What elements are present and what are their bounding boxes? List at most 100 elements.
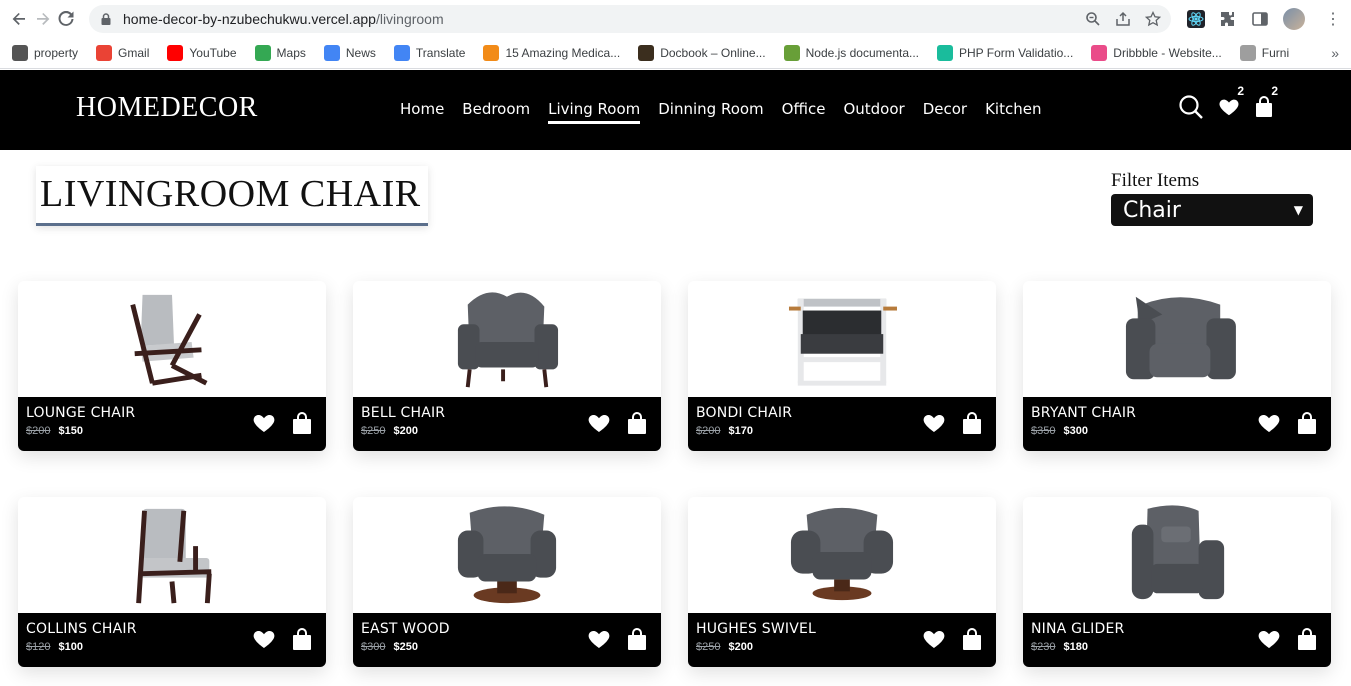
nav-link-kitchen[interactable]: Kitchen [985, 100, 1041, 124]
product-price: $180 [1063, 641, 1088, 653]
extensions-puzzle-icon[interactable] [1219, 10, 1237, 28]
product-grid: LOUNGE CHAIR $200 $150 BELL CHAIR $250 $… [18, 281, 1331, 667]
product-info: NINA GLIDER $230 $180 [1023, 613, 1331, 667]
product-card[interactable]: EAST WOOD $300 $250 [353, 497, 661, 667]
nav-link-decor[interactable]: Decor [923, 100, 967, 124]
add-to-cart-button[interactable] [290, 627, 314, 656]
add-to-cart-button[interactable] [960, 627, 984, 656]
chevron-down-icon: ▼ [1293, 203, 1303, 217]
add-to-cart-button[interactable] [625, 411, 649, 440]
add-to-wishlist-button[interactable] [587, 411, 611, 440]
bookmark-item[interactable]: News [323, 45, 376, 61]
browser-menu-icon[interactable]: ⋮ [1325, 9, 1341, 29]
bookmark-label: Translate [415, 46, 466, 60]
bookmark-item[interactable]: property [12, 45, 78, 61]
product-card[interactable]: BRYANT CHAIR $350 $300 [1023, 281, 1331, 451]
add-to-cart-button[interactable] [1295, 411, 1319, 440]
bookmark-item[interactable]: Translate [393, 45, 466, 61]
search-button[interactable] [1178, 94, 1204, 120]
share-icon[interactable] [1115, 11, 1131, 27]
product-image[interactable] [1023, 497, 1331, 613]
bookmarks-overflow-icon[interactable]: » [1331, 45, 1339, 61]
add-to-wishlist-button[interactable] [587, 627, 611, 656]
bookmark-star-icon[interactable] [1145, 11, 1162, 27]
site-logo[interactable]: HOMEDECOR [76, 92, 258, 124]
add-to-wishlist-button[interactable] [1257, 411, 1281, 440]
add-to-wishlist-button[interactable] [922, 627, 946, 656]
product-card[interactable]: COLLINS CHAIR $120 $100 [18, 497, 326, 667]
product-image[interactable] [688, 281, 996, 397]
product-info: BELL CHAIR $250 $200 [353, 397, 661, 451]
shopping-bag-icon [963, 628, 981, 650]
nav-link-dinning-room[interactable]: Dinning Room [658, 100, 763, 124]
nav-link-outdoor[interactable]: Outdoor [843, 100, 904, 124]
add-to-wishlist-button[interactable] [252, 411, 276, 440]
heart-icon [1219, 99, 1239, 116]
cart-button[interactable]: 2 [1254, 84, 1278, 118]
bookmark-label: property [34, 46, 79, 60]
product-price: $150 [58, 425, 83, 437]
product-card[interactable]: BELL CHAIR $250 $200 [353, 281, 661, 451]
browser-toolbar: home-decor-by-nzubechukwu.vercel.app/liv… [0, 0, 1351, 38]
heart-icon [923, 631, 945, 648]
product-image[interactable] [353, 281, 661, 397]
zoom-icon[interactable] [1085, 11, 1101, 27]
side-panel-icon[interactable] [1251, 10, 1269, 28]
product-info: COLLINS CHAIR $120 $100 [18, 613, 326, 667]
add-to-cart-button[interactable] [1295, 627, 1319, 656]
product-image[interactable] [18, 281, 326, 397]
product-card[interactable]: BONDI CHAIR $200 $170 [688, 281, 996, 451]
reload-button[interactable] [57, 5, 75, 33]
product-card[interactable]: NINA GLIDER $230 $180 [1023, 497, 1331, 667]
add-to-wishlist-button[interactable] [922, 411, 946, 440]
product-price: $200 [728, 641, 753, 653]
product-info: HUGHES SWIVEL $250 $200 [688, 613, 996, 667]
bookmark-label: Node.js documenta... [805, 46, 920, 60]
shopping-bag-icon [1298, 412, 1316, 434]
wishlist-button[interactable]: 2 [1218, 84, 1244, 118]
bookmark-item[interactable]: Furni [1239, 45, 1290, 61]
shopping-bag-icon [293, 628, 311, 650]
product-info: EAST WOOD $300 $250 [353, 613, 661, 667]
add-to-cart-button[interactable] [960, 411, 984, 440]
product-price: $170 [728, 425, 753, 437]
bookmark-label: Dribbble - Website... [1113, 46, 1222, 60]
nav-link-office[interactable]: Office [782, 100, 826, 124]
nav-link-living-room[interactable]: Living Room [548, 100, 641, 124]
add-to-cart-button[interactable] [290, 411, 314, 440]
nav-link-home[interactable]: Home [400, 100, 444, 124]
product-card[interactable]: LOUNGE CHAIR $200 $150 [18, 281, 326, 451]
nav-link-bedroom[interactable]: Bedroom [462, 100, 530, 124]
bookmark-label: YouTube [189, 46, 237, 60]
add-to-cart-button[interactable] [625, 627, 649, 656]
bookmark-item[interactable]: Dribbble - Website... [1091, 45, 1222, 61]
product-image[interactable] [688, 497, 996, 613]
bookmark-item[interactable]: YouTube [167, 45, 237, 61]
product-image[interactable] [353, 497, 661, 613]
address-bar[interactable]: home-decor-by-nzubechukwu.vercel.app/liv… [89, 5, 1172, 33]
product-old-price: $250 [361, 425, 386, 437]
add-to-wishlist-button[interactable] [252, 627, 276, 656]
react-devtools-icon[interactable] [1187, 10, 1206, 28]
bookmark-item[interactable]: Node.js documenta... [783, 45, 920, 61]
bookmark-item[interactable]: Maps [254, 45, 306, 61]
bookmark-item[interactable]: Gmail [96, 45, 149, 61]
product-old-price: $300 [361, 641, 386, 653]
bookmark-item[interactable]: 15 Amazing Medica... [483, 45, 620, 61]
bookmark-item[interactable]: PHP Form Validatio... [937, 45, 1073, 61]
add-to-wishlist-button[interactable] [1257, 627, 1281, 656]
back-button[interactable] [10, 5, 28, 33]
product-image[interactable] [1023, 281, 1331, 397]
profile-avatar[interactable] [1283, 8, 1306, 30]
product-card[interactable]: HUGHES SWIVEL $250 $200 [688, 497, 996, 667]
bookmark-label: News [345, 46, 376, 60]
news-icon [323, 45, 340, 61]
filter-label: Filter Items [1111, 170, 1200, 191]
bookmark-label: Furni [1261, 46, 1290, 60]
product-image[interactable] [18, 497, 326, 613]
filter-select[interactable]: Chair ▼ [1111, 194, 1313, 226]
heart-icon [588, 631, 610, 648]
gmail-icon [96, 45, 113, 61]
forward-button[interactable] [34, 5, 52, 33]
bookmark-item[interactable]: Docbook – Online... [638, 45, 766, 61]
